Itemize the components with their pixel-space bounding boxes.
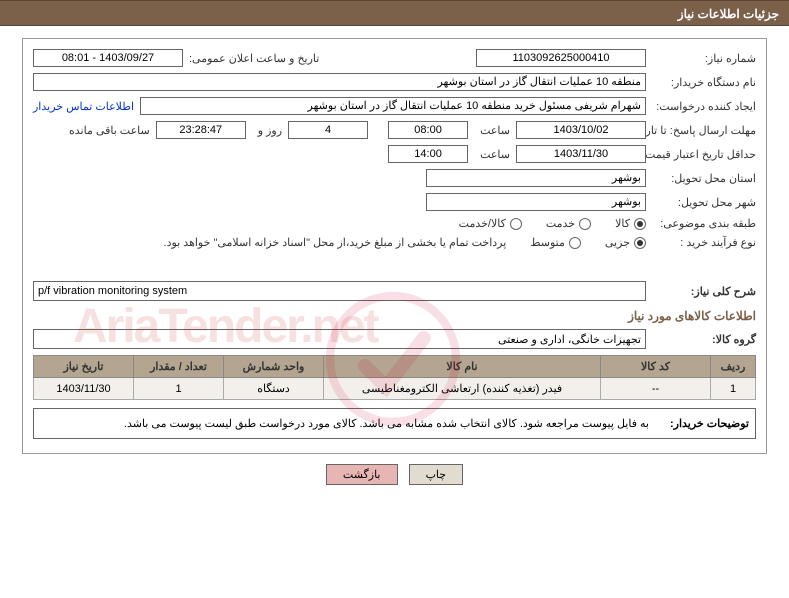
goods-group-field: تجهیزات خانگی، اداری و صنعتی [33, 329, 646, 349]
radio-medium[interactable]: متوسط [524, 236, 581, 249]
time-label-2: ساعت [474, 148, 510, 161]
buyer-note-label: توضیحات خریدار: [655, 409, 755, 438]
buyer-note-text: به فایل پیوست مراجعه شود. کالای انتخاب ش… [34, 409, 655, 438]
buyer-note-box: توضیحات خریدار: به فایل پیوست مراجعه شود… [33, 408, 756, 439]
th-unit: واحد شمارش [224, 356, 324, 378]
radio-partial-label: جزیی [599, 236, 630, 249]
time-remaining-suffix: ساعت باقی مانده [63, 124, 150, 137]
days-and-label: روز و [252, 124, 282, 137]
button-row: چاپ بازگشت [0, 464, 789, 485]
radio-partial-icon [634, 237, 646, 249]
need-summary-field: p/f vibration monitoring system [33, 281, 646, 301]
th-qty: تعداد / مقدار [134, 356, 224, 378]
requester-field: شهرام شریفی مسئول خرید منطقه 10 عملیات ا… [140, 97, 646, 115]
print-button[interactable]: چاپ [409, 464, 464, 485]
delivery-city-label: شهر محل تحویل: [646, 196, 756, 209]
table-row: 1 -- فیدر (تغذیه کننده) ارتعاشی الکترومغ… [34, 378, 756, 400]
radio-service[interactable]: خدمت [540, 217, 591, 230]
cell-unit: دستگاه [224, 378, 324, 400]
page-title: جزئیات اطلاعات نیاز [678, 7, 779, 21]
announce-datetime-field: 1403/09/27 - 08:01 [33, 49, 183, 67]
table-header-row: ردیف کد کالا نام کالا واحد شمارش تعداد /… [34, 356, 756, 378]
payment-note: پرداخت تمام یا بخشی از مبلغ خرید،از محل … [158, 236, 507, 249]
radio-goods-service-label: کالا/خدمت [453, 217, 506, 230]
radio-medium-icon [569, 237, 581, 249]
radio-medium-label: متوسط [524, 236, 565, 249]
radio-goods[interactable]: کالا [609, 217, 646, 230]
cell-row: 1 [711, 378, 756, 400]
buyer-contact-link[interactable]: اطلاعات تماس خریدار [33, 100, 134, 113]
reply-deadline-label: مهلت ارسال پاسخ: تا تاریخ: [646, 124, 756, 137]
radio-partial[interactable]: جزیی [599, 236, 646, 249]
announce-datetime-label: تاریخ و ساعت اعلان عمومی: [183, 52, 319, 65]
delivery-province-field: بوشهر [426, 169, 646, 187]
cell-name: فیدر (تغذیه کننده) ارتعاشی الکترومغناطیس… [324, 378, 601, 400]
back-button[interactable]: بازگشت [326, 464, 398, 485]
radio-goods-label: کالا [609, 217, 630, 230]
cell-code: -- [601, 378, 711, 400]
radio-service-icon [579, 218, 591, 230]
buy-process-label: نوع فرآیند خرید : [646, 236, 756, 249]
requester-label: ایجاد کننده درخواست: [646, 100, 756, 113]
cell-qty: 1 [134, 378, 224, 400]
delivery-province-label: استان محل تحویل: [646, 172, 756, 185]
time-remaining-field: 23:28:47 [156, 121, 246, 139]
subject-class-label: طبقه بندی موضوعی: [646, 217, 756, 230]
time-label-1: ساعت [474, 124, 510, 137]
radio-goods-service[interactable]: کالا/خدمت [453, 217, 522, 230]
page-header: جزئیات اطلاعات نیاز [0, 0, 789, 26]
need-number-field: 1103092625000410 [476, 49, 646, 67]
goods-group-label: گروه کالا: [646, 333, 756, 346]
th-row: ردیف [711, 356, 756, 378]
radio-goods-service-icon [510, 218, 522, 230]
need-number-label: شماره نیاز: [646, 52, 756, 65]
th-code: کد کالا [601, 356, 711, 378]
days-remaining-field: 4 [288, 121, 368, 139]
reply-deadline-date-field: 1403/10/02 [516, 121, 646, 139]
delivery-city-field: بوشهر [426, 193, 646, 211]
content-frame: AriaTender.net شماره نیاز: 1103092625000… [22, 38, 767, 454]
th-date: تاریخ نیاز [34, 356, 134, 378]
buyer-org-field: منطقه 10 عملیات انتقال گاز در استان بوشه… [33, 73, 646, 91]
goods-section-title: اطلاعات کالاهای مورد نیاز [33, 309, 756, 323]
radio-service-label: خدمت [540, 217, 575, 230]
goods-table: ردیف کد کالا نام کالا واحد شمارش تعداد /… [33, 355, 756, 400]
reply-deadline-time-field: 08:00 [388, 121, 468, 139]
price-valid-time-field: 14:00 [388, 145, 468, 163]
cell-date: 1403/11/30 [34, 378, 134, 400]
need-summary-label: شرح کلی نیاز: [646, 285, 756, 298]
th-name: نام کالا [324, 356, 601, 378]
price-valid-date-field: 1403/11/30 [516, 145, 646, 163]
radio-goods-icon [634, 218, 646, 230]
buyer-org-label: نام دستگاه خریدار: [646, 76, 756, 89]
price-valid-label: حداقل تاریخ اعتبار قیمت: تا تاریخ: [646, 148, 756, 161]
